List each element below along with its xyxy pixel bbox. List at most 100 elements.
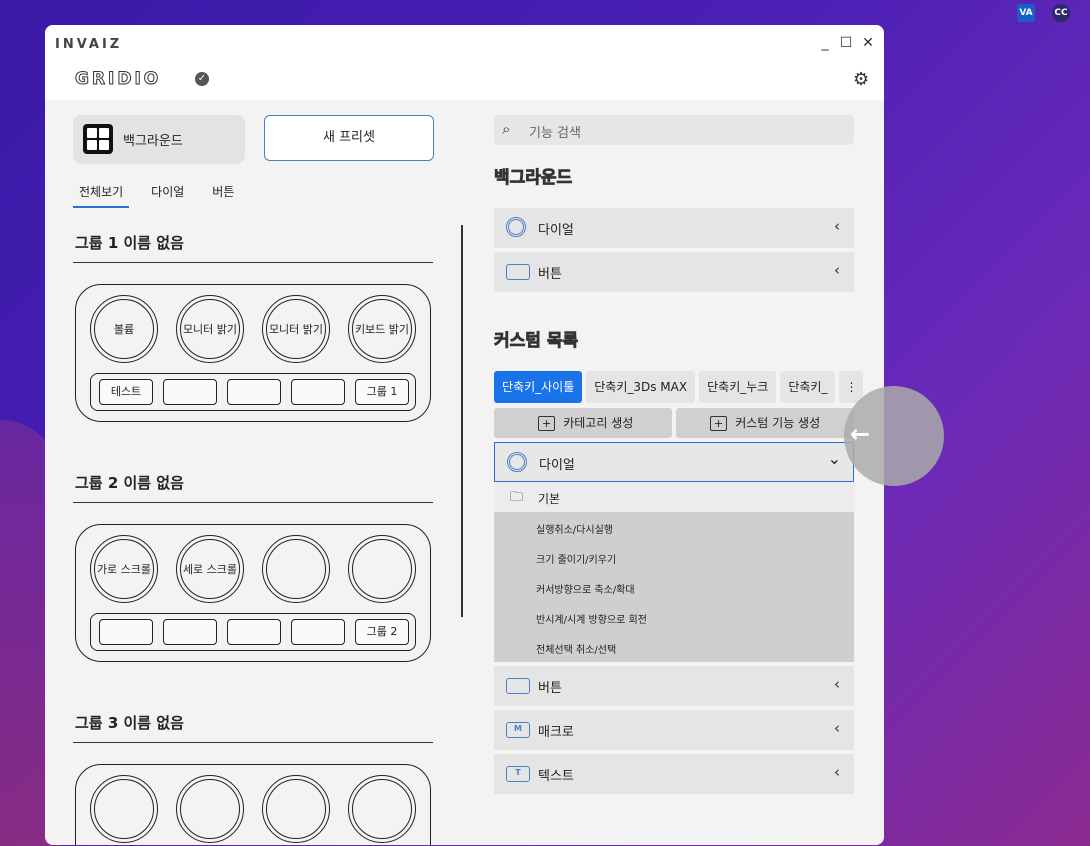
device-button-2[interactable]	[163, 619, 217, 645]
create-custom-label: 커스텀 기능 생성	[735, 416, 821, 430]
create-custom-button[interactable]: + 커스텀 기능 생성	[676, 408, 854, 438]
list-item[interactable]: 전체선택 취소/선택	[536, 641, 616, 656]
section-title-custom: 커스텀 목록	[494, 331, 579, 352]
settings-icon[interactable]: ⚙	[853, 69, 869, 90]
device-group-1: 볼륨 모니터 밝기 모니터 밝기 키보드 밝기 테스트 그룹 1	[75, 284, 431, 422]
button-row: 그룹 2	[90, 613, 416, 651]
close-button[interactable]: ✕	[858, 35, 878, 51]
knob-4[interactable]	[348, 775, 416, 843]
chevron-left-icon: ‹	[834, 675, 840, 693]
knob-4[interactable]: 키보드 밝기	[348, 295, 416, 363]
group-title: 그룹 1 이름 없음	[75, 234, 184, 252]
device-button-5[interactable]: 그룹 2	[355, 619, 409, 645]
new-preset-button[interactable]: 새 프리셋	[264, 115, 434, 161]
function-search[interactable]: ⌕ 기능 검색	[494, 115, 854, 145]
bg-dial-row[interactable]: 다이얼 ‹	[494, 208, 854, 248]
chevron-left-icon: ‹	[834, 763, 840, 781]
custom-tab-1[interactable]: 단축키_사이툴	[494, 371, 583, 403]
custom-text-row[interactable]: T 텍스트 ‹	[494, 754, 854, 794]
device-button-3[interactable]	[227, 619, 281, 645]
list-item[interactable]: 커서방향으로 축소/확대	[536, 581, 635, 596]
background-preset-card[interactable]: 백그라운드	[73, 115, 245, 164]
minimize-button[interactable]: _	[815, 35, 835, 51]
knob-label: 모니터 밝기	[180, 299, 240, 359]
device-group-2: 가로 스크롤 세로 스크롤 그룹 2	[75, 524, 431, 662]
row-label: 버튼	[538, 681, 562, 696]
row-label: 매크로	[538, 725, 574, 740]
row-label: 다이얼	[539, 458, 575, 473]
button-icon	[506, 264, 530, 280]
device-button-4[interactable]	[291, 379, 345, 405]
device-button-2[interactable]	[163, 379, 217, 405]
device-button-3[interactable]	[227, 379, 281, 405]
dial-icon	[507, 452, 527, 472]
creative-cloud-tray-icon[interactable]: CC	[1052, 4, 1070, 22]
knob-1[interactable]: 가로 스크롤	[90, 535, 158, 603]
app-window: INVAIZ _ ☐ ✕ GRIDIO ✓ ⚙ 백그라운드 새 프리셋 전체보기…	[45, 25, 884, 845]
bg-button-row[interactable]: 버튼 ‹	[494, 252, 854, 292]
search-input[interactable]: 기능 검색	[529, 122, 581, 141]
grid-app-icon	[83, 124, 113, 154]
custom-dial-row-expanded[interactable]: 다이얼 ⌄	[494, 442, 854, 482]
connected-check-icon: ✓	[195, 72, 209, 86]
knob-3[interactable]	[262, 775, 330, 843]
knob-1[interactable]	[90, 775, 158, 843]
tab-all[interactable]: 전체보기	[73, 183, 130, 208]
custom-macro-row[interactable]: M 매크로 ‹	[494, 710, 854, 750]
device-button-1[interactable]	[99, 619, 153, 645]
knob-label	[352, 779, 412, 839]
add-folder-icon: +	[538, 416, 556, 431]
folder-items: 실행취소/다시실행 크기 줄이기/키우기 커서방향으로 축소/확대 반시계/시계…	[494, 512, 854, 662]
macro-icon: M	[506, 722, 530, 738]
device-button-5[interactable]: 그룹 1	[355, 379, 409, 405]
button-row: 테스트 그룹 1	[90, 373, 416, 411]
text-icon: T	[506, 766, 530, 782]
device-button-4[interactable]	[291, 619, 345, 645]
va-tray-icon[interactable]: VA	[1017, 4, 1035, 22]
custom-tab-3[interactable]: 단축키_누크	[699, 371, 777, 403]
tab-button[interactable]: 버튼	[206, 183, 240, 208]
knob-label: 모니터 밝기	[266, 299, 326, 359]
device-button-1[interactable]: 테스트	[99, 379, 153, 405]
knob-2[interactable]: 세로 스크롤	[176, 535, 244, 603]
device-group-3	[75, 764, 431, 845]
brand-label: INVAIZ	[55, 37, 123, 52]
list-item[interactable]: 반시계/시계 방향으로 회전	[536, 611, 647, 626]
knob-4[interactable]	[348, 535, 416, 603]
search-icon: ⌕	[502, 120, 511, 138]
knob-label: 가로 스크롤	[94, 539, 154, 599]
row-label: 버튼	[538, 267, 562, 282]
title-bar: INVAIZ _ ☐ ✕ GRIDIO ✓ ⚙	[45, 25, 884, 100]
knob-label	[352, 539, 412, 599]
maximize-button[interactable]: ☐	[836, 35, 856, 51]
divider	[73, 742, 433, 743]
knob-3[interactable]: 모니터 밝기	[262, 295, 330, 363]
custom-tab-4[interactable]: 단축키_	[780, 371, 836, 403]
knob-1[interactable]: 볼륨	[90, 295, 158, 363]
chevron-left-icon: ‹	[834, 217, 840, 235]
knob-2[interactable]: 모니터 밝기	[176, 295, 244, 363]
create-category-button[interactable]: + 카테고리 생성	[494, 408, 672, 438]
knob-label	[266, 539, 326, 599]
chevron-down-icon: ⌄	[827, 449, 841, 468]
list-item[interactable]: 크기 줄이기/키우기	[536, 551, 616, 566]
knob-label	[180, 779, 240, 839]
list-item[interactable]: 실행취소/다시실행	[536, 521, 613, 536]
left-scrollbar[interactable]	[461, 225, 463, 617]
custom-button-row[interactable]: 버튼 ‹	[494, 666, 854, 706]
collapse-panel-button[interactable]: ←	[844, 386, 944, 486]
background-label: 백그라운드	[123, 134, 183, 149]
row-label: 텍스트	[538, 769, 574, 784]
tab-dial[interactable]: 다이얼	[145, 183, 190, 208]
folder-row[interactable]: 🗀 기본	[494, 482, 854, 512]
knob-3[interactable]	[262, 535, 330, 603]
section-title-background: 백그라운드	[494, 168, 573, 189]
knob-2[interactable]	[176, 775, 244, 843]
gridio-logo: GRIDIO	[74, 69, 162, 90]
custom-tab-2[interactable]: 단축키_3Ds MAX	[586, 371, 696, 403]
chevron-left-icon: ‹	[834, 719, 840, 737]
chevron-left-icon: ‹	[834, 261, 840, 279]
group-title: 그룹 3 이름 없음	[75, 714, 184, 732]
custom-tabs: 단축키_사이툴 단축키_3Ds MAX 단축키_누크 단축키_ ⋮	[494, 371, 864, 403]
arrow-left-icon: ←	[850, 420, 871, 448]
